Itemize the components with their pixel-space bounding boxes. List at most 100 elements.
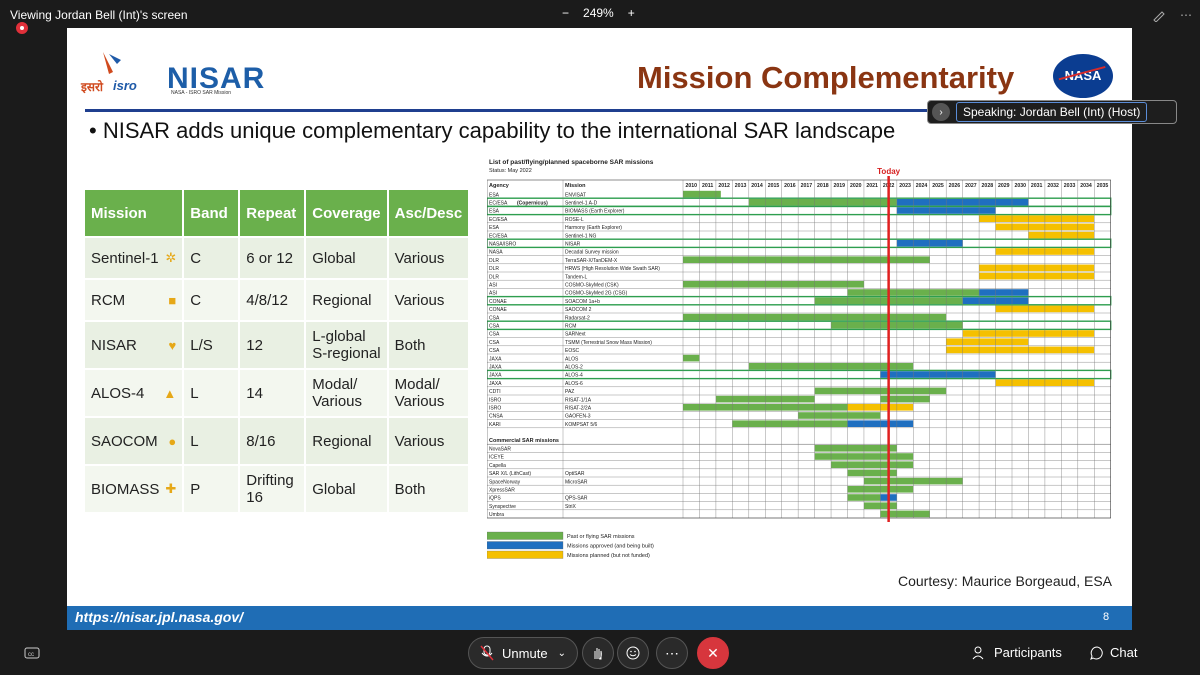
year-label: 2010 — [685, 183, 697, 189]
meeting-controls: cc Unmute ⌄ ⋯ ✕ Participants Chat — [0, 630, 1200, 675]
agency-label: EC/ESA — [489, 233, 508, 239]
cell-ascdesc: Various — [388, 238, 469, 278]
table-row: ALOS-4 ▲ L 14 Modal/ Various Modal/ Various — [85, 370, 469, 416]
expand-arrow-icon[interactable]: › — [932, 103, 950, 121]
cell-band-text: C — [190, 291, 202, 309]
mission-label: Decadal Survey mission — [565, 250, 619, 256]
participants-icon — [972, 646, 984, 659]
mission-bar — [798, 412, 881, 419]
agency-label: CNSA — [489, 414, 504, 420]
mission-label: ALOS-4 — [565, 373, 583, 379]
mission-symbol-icon: ✚ — [165, 481, 177, 496]
reactions-button[interactable] — [617, 637, 649, 669]
cell-ascdesc-text: Modal/ Various — [394, 376, 445, 410]
column-header-agency: Agency — [489, 183, 510, 189]
cell-ascdesc: Both — [388, 322, 469, 368]
year-label: 2033 — [1064, 183, 1076, 189]
zoom-in-button[interactable]: + — [628, 6, 635, 20]
highlight-box — [487, 320, 1112, 331]
cell-repeat-text: 12 — [246, 336, 263, 354]
agency-label: NASA — [489, 250, 503, 256]
mission-bar — [946, 338, 1029, 345]
participants-label: Participants — [994, 645, 1062, 660]
zoom-controls: − 249% + — [562, 6, 635, 20]
legend-label: Missions planned (but not funded) — [567, 553, 650, 559]
mission-bar — [683, 256, 930, 263]
mission-label: ALOS — [565, 356, 579, 362]
agency-label: CSA — [489, 340, 500, 346]
agency-label: iQPS — [489, 496, 501, 502]
header-coverage: Coverage — [306, 190, 387, 236]
cell-ascdesc-text: Various — [394, 432, 445, 450]
isro-hindi-text: इसरो — [81, 80, 104, 94]
more-button[interactable]: ⋯ — [656, 637, 688, 669]
cell-ascdesc: Various — [388, 280, 469, 320]
cell-repeat-text: 6 or 12 — [246, 249, 293, 267]
svg-text:cc: cc — [28, 652, 34, 658]
today-label: Today — [877, 167, 901, 176]
nisar-logo-subtitle: NASA - ISRO SAR Mission — [171, 90, 232, 96]
leave-meeting-button[interactable]: ✕ — [697, 637, 729, 669]
chat-button[interactable]: Chat — [1090, 645, 1137, 660]
year-label: 2020 — [850, 183, 862, 189]
mission-label: SARNext — [565, 332, 586, 338]
cell-mission: Sentinel-1 ✲ — [85, 238, 183, 278]
speaker-label: Speaking: Jordan Bell (Int) (Host) — [956, 102, 1148, 122]
mission-name: ALOS-4 — [91, 384, 145, 402]
cell-band-text: C — [190, 249, 202, 267]
mission-symbol-icon: ■ — [168, 292, 177, 308]
mission-label: Radarsat-2 — [565, 315, 590, 321]
agency-label: DLR — [489, 258, 499, 264]
mission-bar — [979, 215, 1095, 222]
mission-label: ENVISAT — [565, 192, 586, 198]
courtesy-text: Courtesy: Maurice Borgeaud, ESA — [898, 573, 1112, 589]
agency-label: DLR — [489, 274, 499, 280]
mission-label: TSMM (Terrestrial Snow Mass Mission) — [565, 340, 652, 346]
agency-label: EC/ESA — [489, 201, 508, 207]
year-label: 2026 — [949, 183, 961, 189]
year-label: 2014 — [751, 183, 763, 189]
participants-button[interactable]: Participants — [972, 645, 1062, 660]
year-label: 2018 — [817, 183, 829, 189]
agency-label: ESA — [489, 225, 500, 231]
cell-band: L/S — [184, 322, 239, 368]
unmute-label: Unmute — [502, 645, 548, 661]
year-label: 2027 — [965, 183, 977, 189]
chevron-down-icon[interactable]: ⌄ — [558, 648, 566, 659]
agency-label: Capella — [489, 463, 506, 469]
mission-symbol-icon: ▲ — [163, 385, 177, 401]
column-header-mission: Mission — [565, 183, 586, 189]
cell-repeat: 12 — [240, 322, 305, 368]
mission-bar — [683, 354, 700, 362]
year-label: 2029 — [998, 183, 1010, 189]
year-label: 2013 — [735, 183, 747, 189]
year-label: 2035 — [1097, 183, 1109, 189]
sar-missions-chart: List of past/flying/planned spaceborne S… — [487, 159, 1112, 559]
cell-coverage: L-global S-regional — [306, 322, 387, 368]
cell-mission: RCM ■ — [85, 280, 183, 320]
slide-title: Mission Complementarity — [637, 60, 1015, 95]
agency-note: (Copernicus) — [517, 201, 548, 207]
cell-repeat: Drifting 16 — [240, 466, 305, 512]
cell-coverage: Regional — [306, 280, 387, 320]
mission-label: BIOMASS (Earth Explorer) — [565, 209, 625, 215]
table-row: SAOCOM ● L 8/16 Regional Various — [85, 418, 469, 464]
chat-label: Chat — [1110, 645, 1138, 660]
more-options-icon[interactable]: ⋯ — [1180, 8, 1192, 22]
agency-label: CSA — [489, 348, 500, 354]
unmute-button[interactable]: Unmute ⌄ — [468, 637, 578, 669]
cell-coverage-text: Global — [312, 480, 356, 498]
mission-label: HRWS (High Resolution Wide Swath SAR) — [565, 266, 660, 272]
cell-repeat: 14 — [240, 370, 305, 416]
mission-bar — [814, 445, 897, 452]
mission-label: NISAR — [565, 242, 581, 248]
window-title: Viewing Jordan Bell (Int)'s screen — [10, 8, 188, 22]
zoom-out-button[interactable]: − — [562, 6, 569, 20]
cell-coverage: Global — [306, 466, 387, 512]
raise-hand-button[interactable] — [582, 637, 614, 669]
captions-icon[interactable]: cc — [16, 637, 48, 669]
mission-label: Tandem-L — [565, 274, 587, 280]
mission-bar — [880, 371, 996, 378]
annotate-icon[interactable] — [1152, 8, 1166, 25]
chart-subtitle: Status: May 2022 — [489, 168, 532, 174]
